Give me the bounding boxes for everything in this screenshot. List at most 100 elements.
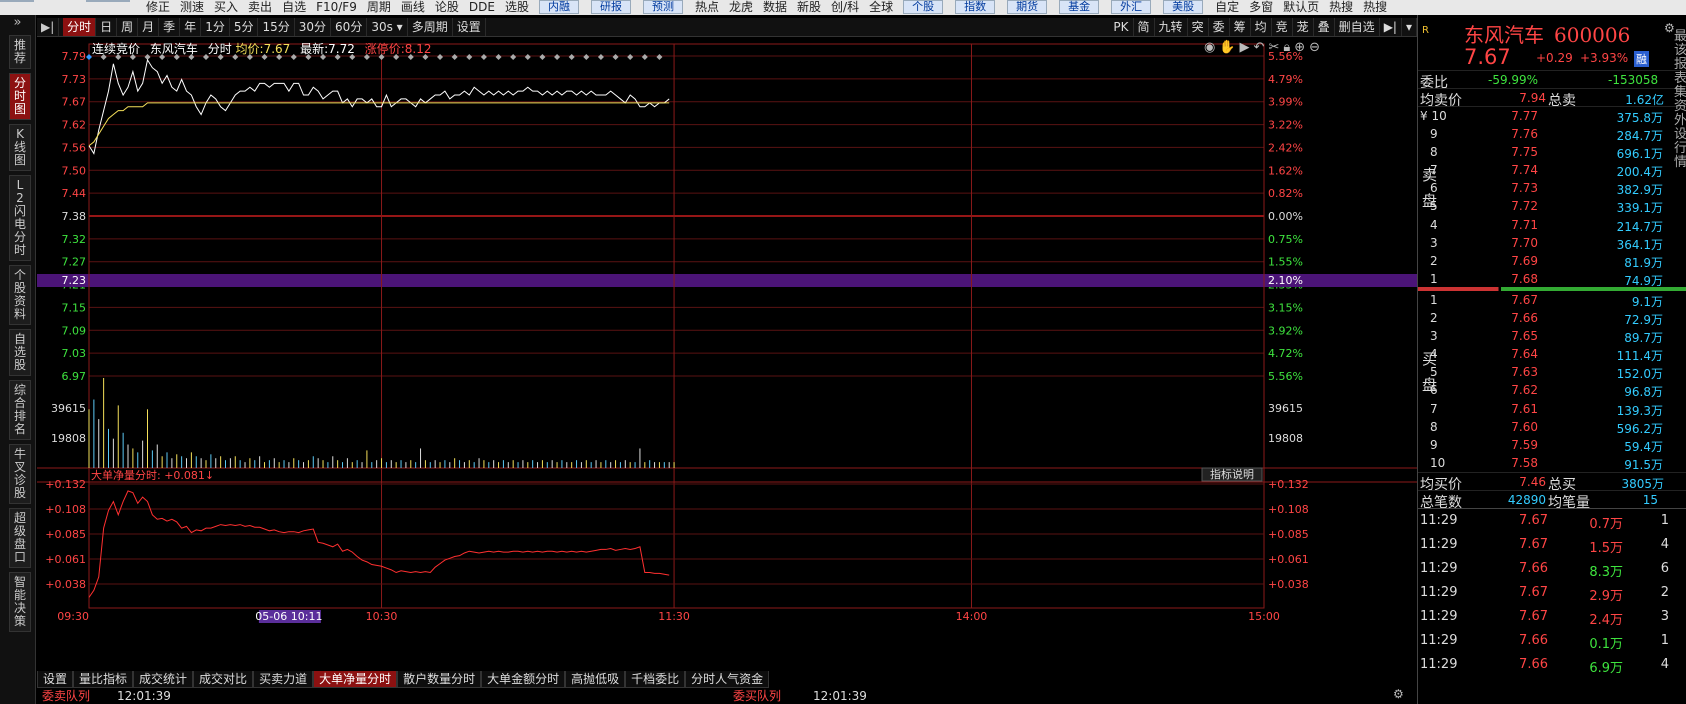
play-icon[interactable]: ▶| [37, 18, 60, 36]
collapse-icon[interactable]: » [0, 15, 35, 35]
tab-12[interactable]: 多周期 [408, 18, 453, 36]
leftnav-item-0[interactable]: 推荐 [9, 35, 31, 69]
toolbar-item2-5[interactable]: 全球 [869, 0, 893, 14]
toolbar-item-10[interactable]: 选股 [505, 0, 529, 14]
play-circle-icon[interactable]: ▶ [1240, 40, 1250, 55]
tab-10[interactable]: 60分 [331, 18, 368, 36]
undo-icon[interactable]: ↶ [1254, 40, 1265, 55]
tab-right-1[interactable]: 简 [1134, 18, 1155, 36]
app-logo-button[interactable] [0, 0, 34, 2]
toolbar-item-1[interactable]: 测速 [180, 0, 204, 14]
leftnav-item-6[interactable]: 综合排名 [9, 380, 31, 440]
tab-right-10[interactable]: 删自选 [1335, 18, 1380, 36]
toolbar-item-5[interactable]: F10/F9 [316, 0, 357, 14]
sell-queue-label[interactable]: 委卖队列 [42, 689, 90, 704]
indicator-tab-9[interactable]: 千档委比 [625, 671, 686, 688]
tab-right-11[interactable]: ▶| [1380, 18, 1402, 36]
indicator-tab-5[interactable]: 大单净量分时 [313, 671, 398, 688]
toolbar-button-1[interactable]: 研报 [590, 0, 631, 14]
toolbar-item-7[interactable]: 画线 [401, 0, 425, 14]
tick-list[interactable]: 11:29 7.67 0.7万 1 11:29 7.67 1.5万 4 11:29 7.66 8.3… [1418, 508, 1686, 677]
toolbar-item-6[interactable]: 周期 [367, 0, 391, 14]
settings-gear-icon[interactable]: ⚙ [1393, 687, 1404, 702]
tab-2[interactable]: 周 [117, 18, 139, 36]
toolbar-item2-1[interactable]: 龙虎 [729, 0, 753, 14]
toolbar-item-4[interactable]: 自选 [282, 0, 306, 14]
toolbar-item3-2[interactable]: 默认页 [1283, 0, 1319, 14]
toolbar-button2-3[interactable]: 基金 [1059, 0, 1100, 14]
leftnav-item-3[interactable]: L2闪电分时 [9, 175, 31, 261]
tab-right-7[interactable]: 竞 [1272, 18, 1293, 36]
toolbar-item-2[interactable]: 买入 [214, 0, 238, 14]
toolbar-button2-1[interactable]: 指数 [955, 0, 996, 14]
toolbar-item-3[interactable]: 卖出 [248, 0, 272, 14]
indicator-tab-3[interactable]: 成交对比 [193, 671, 254, 688]
indicator-tab-1[interactable]: 量比指标 [73, 671, 134, 688]
lock-icon[interactable]: 🔒︎ [1283, 40, 1290, 55]
ask-price: 7.68 [1511, 271, 1538, 286]
tab-6[interactable]: 1分 [201, 18, 230, 36]
tab-right-2[interactable]: 九转 [1155, 18, 1188, 36]
tab-right-12[interactable]: ▾ [1402, 18, 1417, 36]
toolbar-button2-5[interactable]: 美股 [1163, 0, 1204, 14]
leftnav-item-4[interactable]: 个股资料 [9, 265, 31, 325]
leftnav-item-9[interactable]: 智能决策 [9, 572, 31, 632]
leftnav-item-1[interactable]: 分时图 [9, 73, 31, 120]
toolbar-item-8[interactable]: 论股 [435, 0, 459, 14]
tab-4[interactable]: 季 [159, 18, 181, 36]
leftnav-item-8[interactable]: 超级盘口 [9, 508, 31, 568]
toolbar-item2-0[interactable]: 热点 [695, 0, 719, 14]
indicator-tab-7[interactable]: 大单金额分时 [481, 671, 566, 688]
toolbar-item3-1[interactable]: 多窗 [1249, 0, 1273, 14]
tab-right-6[interactable]: 均 [1251, 18, 1272, 36]
tab-right-9[interactable]: 叠 [1314, 18, 1335, 36]
toolbar-button2-0[interactable]: 个股 [903, 0, 944, 14]
indicator-tab-10[interactable]: 分时人气资金 [685, 671, 770, 688]
toolbar-item2-2[interactable]: 数据 [763, 0, 787, 14]
tab-right-5[interactable]: 筹 [1230, 18, 1251, 36]
tab-3[interactable]: 月 [138, 18, 160, 36]
eye-icon[interactable]: ◉ [1204, 40, 1215, 55]
right-side-strip[interactable]: 最该报表集资外设行情 [1672, 30, 1686, 670]
toolbar-button2-2[interactable]: 期货 [1007, 0, 1048, 14]
tab-right-8[interactable]: 茏 [1293, 18, 1314, 36]
toolbar-item2-4[interactable]: 创/科 [831, 0, 859, 14]
tab-13[interactable]: 设置 [453, 18, 486, 36]
tab-right-3[interactable]: 突 [1188, 18, 1209, 36]
toolbar-button-2[interactable]: 预测 [642, 0, 683, 14]
toolbar-item2-3[interactable]: 新股 [797, 0, 821, 14]
toolbar-item3-0[interactable]: 自定 [1215, 0, 1239, 14]
tab-1[interactable]: 日 [96, 18, 118, 36]
hand-icon[interactable]: ✋ [1219, 40, 1235, 55]
intraday-chart[interactable]: 7.79 5.56% 7.73 4.79% 7.67 3.99% 7.62 3.22% 7.56… [37, 40, 1417, 660]
toolbar-item3-4[interactable]: 热搜 [1363, 0, 1387, 14]
tab-5[interactable]: 年 [180, 18, 202, 36]
toolbar-item3-3[interactable]: 热搜 [1329, 0, 1353, 14]
toolbar-button-0[interactable]: 内融 [538, 0, 579, 14]
tab-11[interactable]: 30s ▾ [367, 18, 408, 36]
tab-8[interactable]: 15分 [258, 18, 295, 36]
buy-queue-label[interactable]: 委买队列 [733, 689, 781, 704]
toolbar-item-9[interactable]: DDE [469, 0, 495, 14]
tab-7[interactable]: 5分 [230, 18, 259, 36]
tab-right-0[interactable]: PK [1109, 18, 1134, 36]
tab-9[interactable]: 30分 [295, 18, 332, 36]
toolbar-item-0[interactable]: 修正 [146, 0, 170, 14]
tab-right-4[interactable]: 委 [1209, 18, 1230, 36]
indicator-tab-6[interactable]: 散户数量分时 [397, 671, 482, 688]
cut-icon[interactable]: ✂ [1268, 40, 1279, 55]
zoom-out-icon[interactable]: ⊖ [1309, 40, 1320, 55]
indicator-tab-0[interactable]: 设置 [37, 671, 74, 688]
back-button[interactable] [86, 0, 130, 2]
leftnav-item-2[interactable]: K线图 [9, 124, 31, 171]
indicator-tab-8[interactable]: 高抛低吸 [565, 671, 626, 688]
tab-0[interactable]: 分时 [63, 18, 97, 36]
leftnav-item-5[interactable]: 自选股 [9, 329, 31, 376]
pct-tick: 5.56% [1268, 370, 1303, 383]
leftnav-item-7[interactable]: 牛叉诊股 [9, 444, 31, 504]
zoom-in-icon[interactable]: ⊕ [1294, 40, 1305, 55]
indicator-tab-4[interactable]: 买卖力道 [253, 671, 314, 688]
toolbar-button2-4[interactable]: 外汇 [1111, 0, 1152, 14]
ask-price: 7.72 [1511, 199, 1538, 214]
indicator-tab-2[interactable]: 成交统计 [133, 671, 194, 688]
